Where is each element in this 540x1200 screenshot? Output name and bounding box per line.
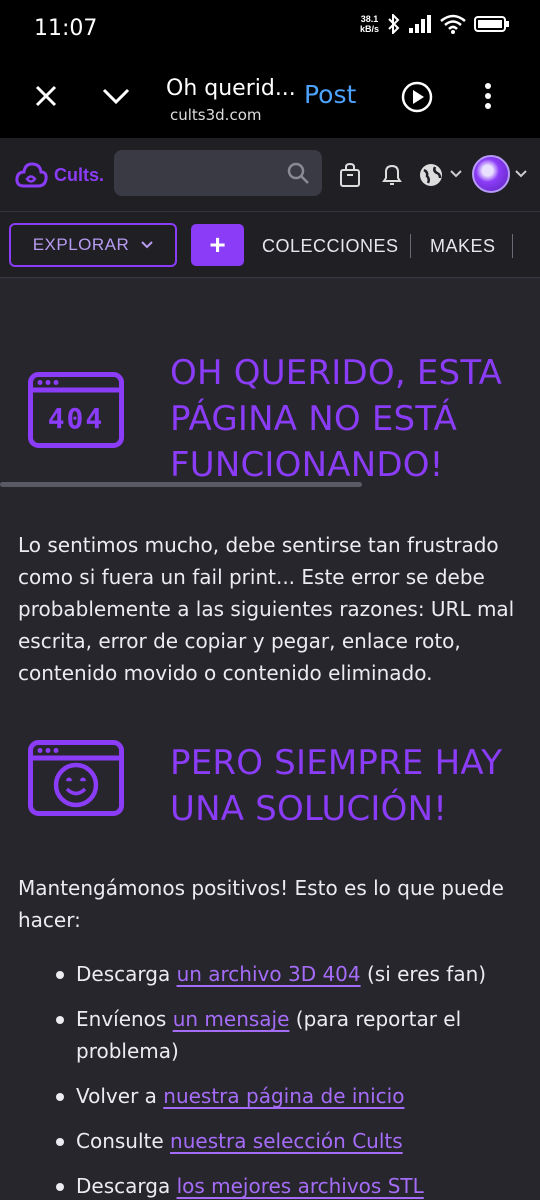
chevron-down-icon: [141, 241, 154, 249]
avatar[interactable]: [472, 155, 510, 193]
list-item: Consulte nuestra selección Cults: [56, 1125, 526, 1157]
category-nav: EXPLORAR + COLECCIONES MAKES: [0, 212, 540, 487]
explorar-button[interactable]: EXPLORAR: [9, 223, 177, 267]
best-stl-files-link[interactable]: los mejores archivos STL: [177, 1174, 424, 1198]
logo-text: Cults.: [54, 164, 105, 185]
bell-icon[interactable]: [380, 162, 404, 188]
error-description: Lo sentimos mucho, debe sentirse tan fru…: [18, 533, 515, 685]
error-404-icon: 404: [28, 372, 124, 448]
chevron-down-icon[interactable]: [450, 170, 462, 178]
play-icon[interactable]: [401, 81, 433, 113]
bluetooth-icon: [388, 14, 400, 34]
close-icon[interactable]: [34, 84, 58, 108]
status-icons: [388, 14, 510, 34]
nav-link-makes[interactable]: MAKES: [430, 236, 496, 257]
error-heading: OH QUERIDO, ESTA PÁGINA NO ESTÁ FUNCIONA…: [170, 353, 503, 485]
search-input[interactable]: [114, 150, 322, 196]
status-bar: 11:07 38.1 kB/s: [0, 0, 540, 58]
solution-intro: Mantengámonos positivos! Esto es lo que …: [18, 876, 504, 932]
solution-heading: PERO SIEMPRE HAY UNA SOLUCIÓN!: [170, 743, 503, 829]
list-item: Descarga un archivo 3D 404 (si eres fan): [56, 958, 526, 990]
browser-toolbar: Oh querid... cults3d.com Post: [0, 58, 540, 138]
add-button[interactable]: +: [191, 224, 244, 266]
globe-icon[interactable]: [418, 162, 444, 188]
solution-list: Descarga un archivo 3D 404 (si eres fan)…: [56, 958, 526, 1200]
list-item: Envíenos un mensaje (para reportar el pr…: [56, 1003, 526, 1067]
site-header: Cults.: [0, 138, 540, 212]
list-item: Descarga los mejores archivos STL: [56, 1170, 526, 1200]
more-options-icon[interactable]: [484, 82, 492, 110]
page-url: cults3d.com: [170, 106, 262, 124]
homepage-link[interactable]: nuestra página de inicio: [163, 1084, 404, 1108]
nav-link-colecciones[interactable]: COLECCIONES: [262, 236, 399, 257]
network-speed: 38.1 kB/s: [360, 14, 380, 34]
wifi-icon: [440, 14, 466, 34]
signal-icon: [409, 15, 431, 33]
nav-divider: [410, 234, 411, 258]
error-404-icon-text: 404: [48, 402, 105, 435]
send-message-link[interactable]: un mensaje: [173, 1007, 290, 1031]
page-title: Oh querid...: [166, 76, 296, 101]
site-logo[interactable]: Cults.: [14, 160, 104, 190]
cults-selection-link[interactable]: nuestra selección Cults: [170, 1129, 403, 1153]
nav-divider: [512, 234, 513, 258]
post-button[interactable]: Post: [304, 80, 356, 109]
battery-icon: [474, 16, 509, 32]
explorar-label: EXPLORAR: [32, 235, 130, 254]
download-404-link[interactable]: un archivo 3D 404: [177, 962, 361, 986]
chevron-down-icon[interactable]: [515, 170, 527, 178]
smiley-window-icon: [28, 740, 124, 816]
list-item: Volver a nuestra página de inicio: [56, 1080, 526, 1112]
chevron-down-icon[interactable]: [102, 86, 130, 106]
cults-logo-icon: [15, 162, 48, 188]
shopping-bag-icon[interactable]: [338, 162, 362, 188]
search-icon[interactable]: [286, 161, 310, 185]
status-time: 11:07: [34, 16, 98, 41]
